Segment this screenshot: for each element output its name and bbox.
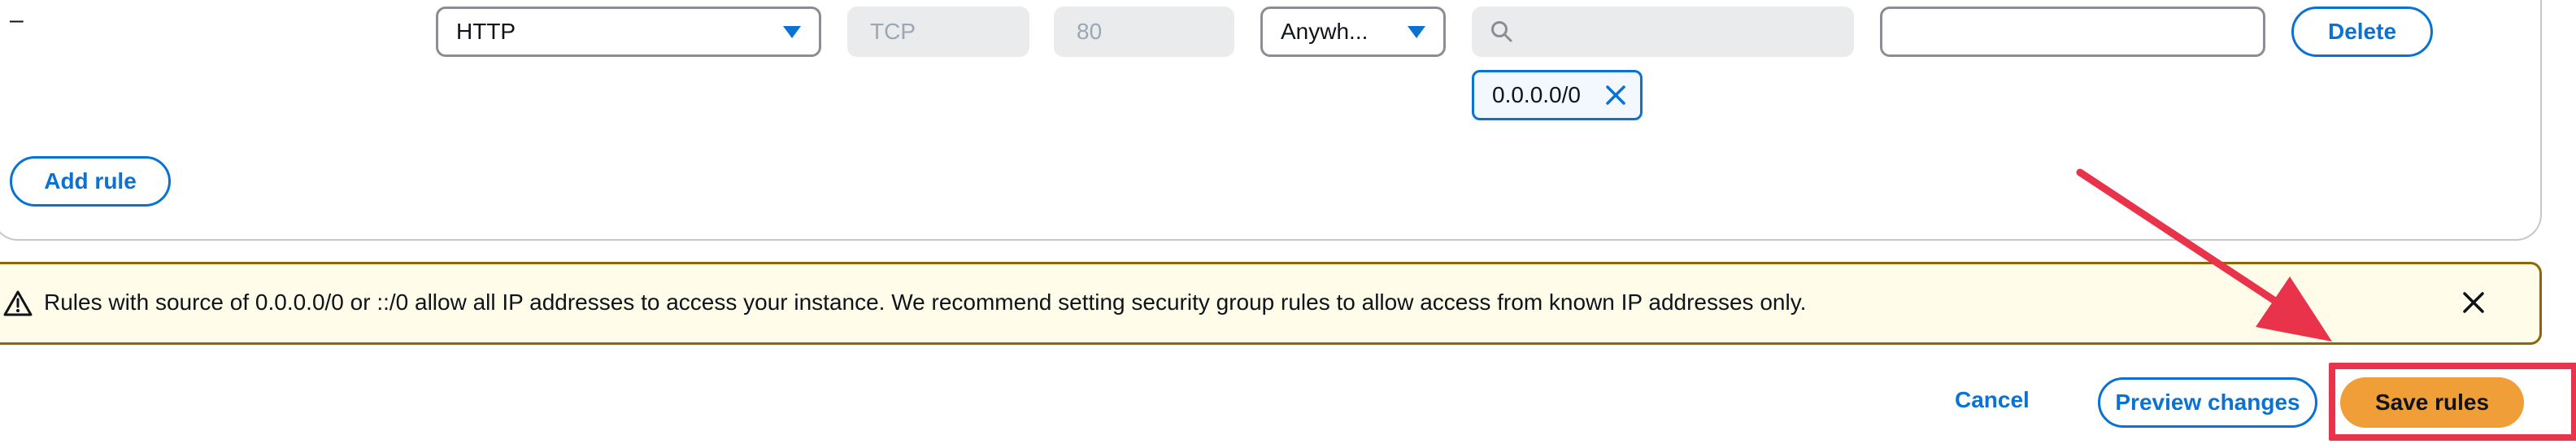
annotation-highlight-box: [2329, 363, 2576, 441]
annotation-arrow: [2076, 168, 2332, 342]
